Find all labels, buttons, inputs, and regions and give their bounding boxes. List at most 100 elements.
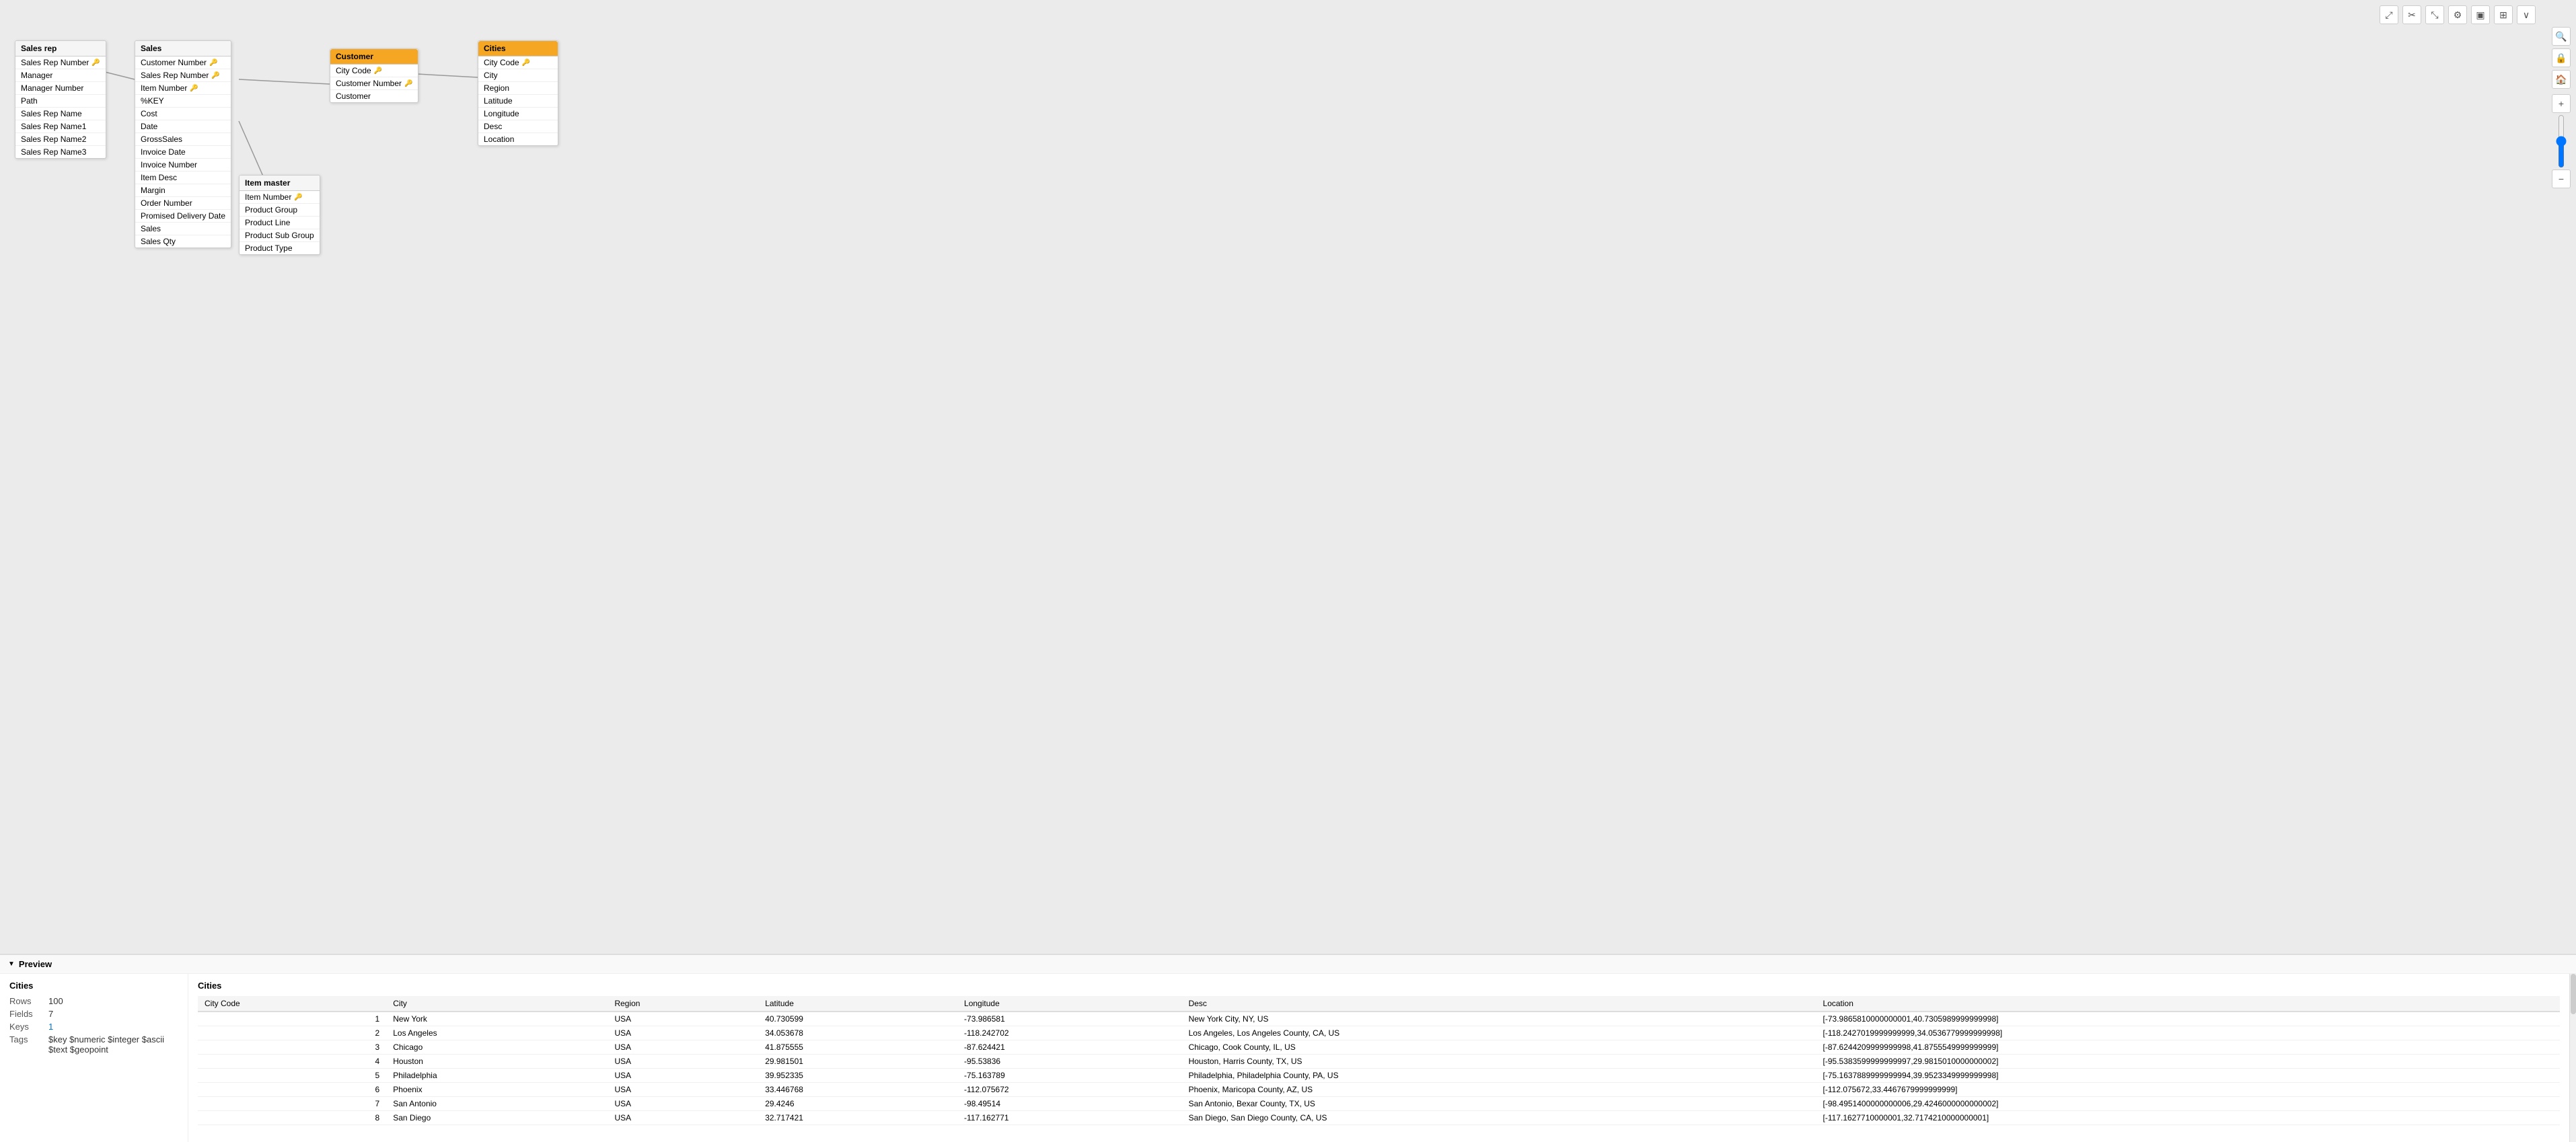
entity-customer-header[interactable]: Customer [330, 49, 418, 65]
col-desc[interactable]: Desc [1182, 996, 1816, 1012]
entity-row[interactable]: Invoice Date [135, 146, 231, 159]
table-row[interactable]: 1 New York USA 40.730599 -73.986581 New … [198, 1012, 2560, 1026]
entity-row[interactable]: Order Number [135, 197, 231, 210]
entity-row[interactable]: Margin [135, 184, 231, 197]
entity-cities-header[interactable]: Cities [478, 41, 558, 56]
entity-row[interactable]: Longitude [478, 108, 558, 120]
entity-row[interactable]: Sales Rep Name1 [15, 120, 106, 133]
fit-screen-button[interactable]: ⤢ [2380, 5, 2398, 24]
table-row[interactable]: 4 Houston USA 29.981501 -95.53836 Housto… [198, 1055, 2560, 1069]
entity-row[interactable]: Item Number 🔑 [240, 191, 320, 204]
cell-desc: Los Angeles, Los Angeles County, CA, US [1182, 1026, 1816, 1040]
fields-row: Fields 7 [9, 1009, 178, 1019]
entity-cities: Cities City Code 🔑 City Region Latitude … [478, 40, 558, 146]
entity-row[interactable]: Promised Delivery Date [135, 210, 231, 223]
cell-location: [-87.6244209999999998,41.875554999999999… [1816, 1040, 2560, 1055]
entity-row[interactable]: Sales Rep Number 🔑 [135, 69, 231, 82]
canvas-area: Sales rep Sales Rep Number 🔑 Manager Man… [0, 0, 2576, 954]
col-citycode[interactable]: City Code [198, 996, 386, 1012]
entity-row[interactable]: Manager Number [15, 82, 106, 95]
entity-row[interactable]: Sales Rep Name [15, 108, 106, 120]
table-row[interactable]: 2 Los Angeles USA 34.053678 -118.242702 … [198, 1026, 2560, 1040]
cell-desc: Houston, Harris County, TX, US [1182, 1055, 1816, 1069]
entity-row[interactable]: Product Group [240, 204, 320, 217]
cell-city: Los Angeles [386, 1026, 608, 1040]
table-row[interactable]: 3 Chicago USA 41.875555 -87.624421 Chica… [198, 1040, 2560, 1055]
entity-row[interactable]: Date [135, 120, 231, 133]
col-latitude[interactable]: Latitude [758, 996, 957, 1012]
keys-row: Keys 1 [9, 1022, 178, 1032]
cell-desc: Philadelphia, Philadelphia County, PA, U… [1182, 1069, 1816, 1083]
table-row[interactable]: 6 Phoenix USA 33.446768 -112.075672 Phoe… [198, 1083, 2560, 1097]
entity-row[interactable]: Invoice Number [135, 159, 231, 172]
col-city[interactable]: City [386, 996, 608, 1012]
cell-latitude: 34.053678 [758, 1026, 957, 1040]
entity-row[interactable]: %KEY [135, 95, 231, 108]
entity-row[interactable]: Sales Rep Name3 [15, 146, 106, 158]
cell-region: USA [608, 1111, 758, 1125]
cell-region: USA [608, 1026, 758, 1040]
entity-row[interactable]: Customer Number 🔑 [330, 77, 418, 90]
entity-row[interactable]: Manager [15, 69, 106, 82]
entity-row[interactable]: Item Number 🔑 [135, 82, 231, 95]
key-icon: 🔑 [91, 59, 100, 67]
grid-button[interactable]: ▣ [2471, 5, 2490, 24]
preview-panel: ▼ Preview Cities Rows 100 Fields 7 Keys … [0, 954, 2576, 1142]
cell-location: [-112.075672,33.4467679999999999] [1816, 1083, 2560, 1097]
entity-row[interactable]: Location [478, 133, 558, 145]
entity-row[interactable]: Sales [135, 223, 231, 235]
zoom-in-icon[interactable]: + [2552, 94, 2571, 113]
layout-button[interactable]: ⊞ [2494, 5, 2513, 24]
table-row[interactable]: 5 Philadelphia USA 39.952335 -75.163789 … [198, 1069, 2560, 1083]
cell-city: Houston [386, 1055, 608, 1069]
cell-city: San Antonio [386, 1097, 608, 1111]
entity-row[interactable]: Product Line [240, 217, 320, 229]
entity-sales-header[interactable]: Sales [135, 41, 231, 56]
more-button[interactable]: ∨ [2517, 5, 2536, 24]
cell-region: USA [608, 1083, 758, 1097]
key-icon: 🔑 [404, 80, 412, 87]
table-row[interactable]: 8 San Diego USA 32.717421 -117.162771 Sa… [198, 1111, 2560, 1125]
search-icon[interactable]: 🔍 [2552, 27, 2571, 46]
preview-scrollbar[interactable] [2569, 974, 2576, 1142]
cut-button[interactable]: ✂ [2402, 5, 2421, 24]
entity-row[interactable]: City [478, 69, 558, 82]
col-region[interactable]: Region [608, 996, 758, 1012]
entity-row[interactable]: Latitude [478, 95, 558, 108]
lock-icon[interactable]: 🔒 [2552, 48, 2571, 67]
entity-row[interactable]: GrossSales [135, 133, 231, 146]
zoom-slider[interactable] [2552, 114, 2571, 168]
entity-row[interactable]: Customer Number 🔑 [135, 56, 231, 69]
table-row[interactable]: 7 San Antonio USA 29.4246 -98.49514 San … [198, 1097, 2560, 1111]
entity-row[interactable]: Product Type [240, 242, 320, 254]
entity-item-master-header[interactable]: Item master [240, 176, 320, 191]
entity-row[interactable]: Desc [478, 120, 558, 133]
entity-row[interactable]: Customer [330, 90, 418, 102]
entity-row[interactable]: Region [478, 82, 558, 95]
entity-row[interactable]: Path [15, 95, 106, 108]
entity-sales-rep-header[interactable]: Sales rep [15, 41, 106, 56]
cell-city: New York [386, 1012, 608, 1026]
cell-longitude: -95.53836 [957, 1055, 1182, 1069]
cell-location: [-75.1637889999999994,39.952334999999999… [1816, 1069, 2560, 1083]
cell-location: [-98.4951400000000006,29.424600000000000… [1816, 1097, 2560, 1111]
entity-row[interactable]: Cost [135, 108, 231, 120]
key-icon: 🔑 [522, 59, 530, 67]
col-longitude[interactable]: Longitude [957, 996, 1182, 1012]
preview-header[interactable]: ▼ Preview [0, 955, 2576, 974]
col-location[interactable]: Location [1816, 996, 2560, 1012]
settings-button[interactable]: ⚙ [2448, 5, 2467, 24]
keys-value: 1 [48, 1022, 53, 1032]
zoom-out-icon[interactable]: − [2552, 169, 2571, 188]
entity-row[interactable]: Sales Rep Name2 [15, 133, 106, 146]
entity-row[interactable]: Sales Qty [135, 235, 231, 248]
home-icon[interactable]: 🏠 [2552, 70, 2571, 89]
cell-citycode: 7 [198, 1097, 386, 1111]
entity-row[interactable]: City Code 🔑 [330, 65, 418, 77]
entity-row[interactable]: Sales Rep Number 🔑 [15, 56, 106, 69]
entity-customer: Customer City Code 🔑 Customer Number 🔑 C… [330, 48, 418, 103]
entity-row[interactable]: City Code 🔑 [478, 56, 558, 69]
entity-row[interactable]: Product Sub Group [240, 229, 320, 242]
entity-row[interactable]: Item Desc [135, 172, 231, 184]
collapse-button[interactable]: ⤡ [2425, 5, 2444, 24]
